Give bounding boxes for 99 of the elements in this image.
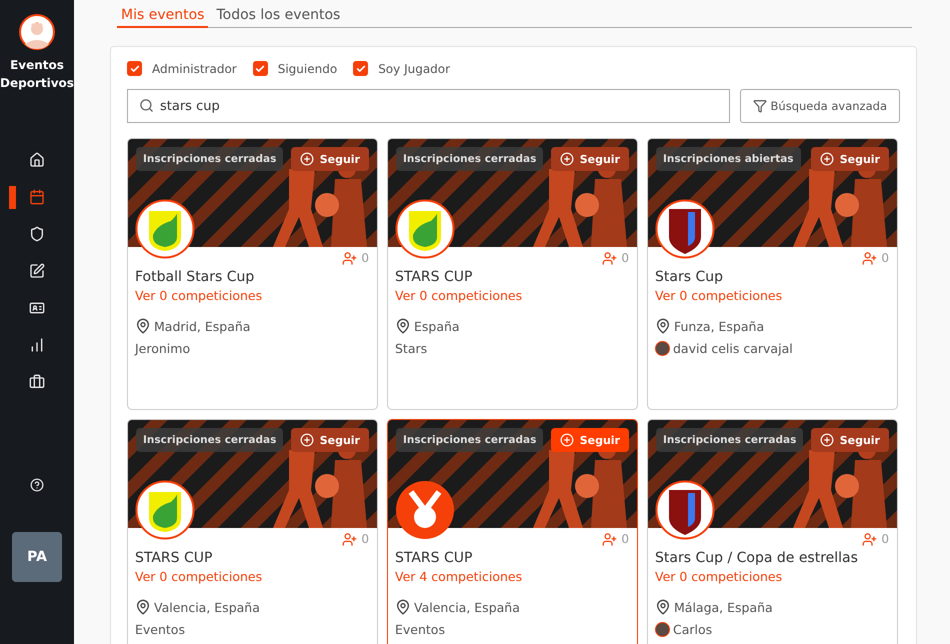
active-indicator [9, 186, 16, 209]
home-icon[interactable] [29, 152, 45, 168]
location-pin-icon [135, 599, 151, 615]
event-title: Stars Cup [655, 269, 724, 285]
followers-count: 0 [621, 532, 629, 546]
event-card[interactable]: Inscripciones cerradas Seguir 0 STARS CUP Ver 0 competiciones Valencia, España Eventos [127, 419, 378, 644]
edit-icon[interactable] [29, 263, 45, 279]
competitions-link[interactable]: Ver 0 competiciones [135, 288, 262, 303]
event-location: Valencia, España [414, 600, 520, 614]
follow-button[interactable]: Seguir [290, 147, 369, 171]
shield-logo [135, 480, 195, 540]
add-user-icon [862, 250, 878, 266]
id-card-icon[interactable] [29, 300, 45, 316]
bars-icon[interactable] [29, 337, 45, 353]
registration-status: Inscripciones abiertas [656, 147, 801, 171]
registration-status: Inscripciones cerradas [136, 147, 284, 171]
organizer-name: Stars [395, 341, 428, 356]
check-icon [130, 64, 140, 74]
add-user-icon [862, 532, 878, 546]
organizer-name: Eventos [395, 622, 445, 637]
organizer-name: Carlos [673, 622, 712, 637]
check-icon [255, 64, 266, 74]
competitions-link[interactable]: Ver 0 competiciones [655, 288, 782, 303]
competitions-link[interactable]: Ver 4 competiciones [395, 569, 522, 584]
location-pin-icon [655, 599, 671, 615]
event-card[interactable]: Inscripciones cerradas Seguir 0 Stars Cup / Copa de estrellas Ver 0 competiciones Málaga, España Carlos [647, 419, 898, 644]
plus-circle-icon [560, 433, 574, 447]
add-user-icon [342, 250, 358, 266]
location-pin-icon [135, 318, 151, 334]
briefcase-icon[interactable] [29, 374, 45, 390]
filter-icon [752, 99, 767, 113]
plus-circle-icon [560, 152, 574, 166]
event-card[interactable]: Inscripciones cerradas Seguir 0 STARS CUP Ver 4 competiciones Valencia, España Eventos [387, 419, 638, 644]
competitions-link[interactable]: Ver 0 competiciones [135, 569, 262, 584]
competitions-link[interactable]: Ver 0 competiciones [655, 569, 782, 584]
checkbox[interactable] [252, 61, 268, 76]
add-user-icon [602, 532, 618, 546]
event-card[interactable]: Inscripciones abiertas Seguir 0 Stars Cup Ver 0 competiciones Funza, España david celis carvajal [647, 138, 898, 410]
tab[interactable]: Mis eventos [117, 4, 208, 28]
registration-status: Inscripciones cerradas [396, 147, 544, 171]
shield-icon[interactable] [29, 226, 45, 242]
followers-count: 0 [621, 251, 629, 265]
follow-button[interactable]: Seguir [810, 428, 889, 452]
plus-circle-icon [820, 433, 834, 447]
medal-logo [395, 480, 455, 540]
organizer-name: Eventos [135, 622, 185, 637]
event-location: Madrid, España [154, 318, 250, 334]
competitions-link[interactable]: Ver 0 competiciones [395, 288, 522, 303]
registration-status: Inscripciones cerradas [396, 428, 544, 452]
checkbox[interactable] [353, 61, 368, 76]
followers-count: 0 [881, 532, 889, 546]
shield-logo [135, 199, 195, 259]
search-field[interactable]: stars cup [127, 89, 730, 123]
location-pin-icon [395, 599, 411, 615]
event-card[interactable]: Inscripciones cerradas Seguir 0 STARS CUP Ver 0 competiciones España Stars [387, 138, 638, 410]
follow-button[interactable]: Seguir [550, 428, 629, 452]
event-card[interactable]: Inscripciones cerradas Seguir 0 Fotball Stars Cup Ver 0 competiciones Madrid, España Jeronimo [127, 138, 378, 410]
registration-status: Inscripciones cerradas [136, 428, 284, 452]
event-location: Málaga, España [674, 600, 773, 614]
user-avatar-icon [19, 14, 55, 50]
search-icon [139, 98, 154, 113]
add-user-icon [342, 532, 358, 546]
event-location: Valencia, España [154, 600, 260, 614]
checkbox-label: Administrador [152, 62, 237, 76]
event-title: STARS CUP [395, 269, 474, 285]
follow-button[interactable]: Seguir [550, 147, 629, 171]
advanced-search-button[interactable]: Búsqueda avanzada [740, 89, 900, 123]
event-title: STARS CUP [135, 550, 214, 566]
event-title: Fotball Stars Cup [135, 269, 256, 285]
event-location: España [414, 318, 460, 334]
followers-count: 0 [361, 251, 369, 265]
event-location: Funza, España [674, 318, 764, 334]
shield-logo [655, 480, 715, 540]
checkbox-label: Siguiendo [278, 62, 338, 76]
plus-circle-icon [820, 152, 834, 166]
follow-button[interactable]: Seguir [810, 147, 889, 171]
calendar-icon[interactable] [29, 189, 45, 205]
check-icon [356, 64, 366, 74]
event-title: Stars Cup / Copa de estrellas [655, 550, 859, 566]
plus-circle-icon [300, 433, 314, 447]
event-title: STARS CUP [395, 550, 474, 566]
organizer-name: Jeronimo [135, 341, 190, 356]
user-initials[interactable]: PA [12, 532, 62, 582]
followers-count: 0 [361, 532, 369, 546]
help-icon[interactable] [30, 478, 44, 492]
followers-count: 0 [881, 251, 889, 265]
checkbox-label: Soy Jugador [378, 62, 450, 76]
shield-logo [655, 199, 715, 259]
checkbox[interactable] [127, 61, 142, 76]
tab[interactable]: Todos los eventos [212, 4, 344, 28]
app-name: Eventos Deportivos [0, 57, 74, 92]
registration-status: Inscripciones cerradas [656, 428, 804, 452]
shield-logo [395, 199, 455, 259]
location-pin-icon [395, 318, 411, 334]
organizer-name: david celis carvajal [673, 341, 793, 356]
follow-button[interactable]: Seguir [290, 428, 369, 452]
add-user-icon [602, 250, 618, 266]
plus-circle-icon [300, 152, 314, 166]
location-pin-icon [655, 318, 671, 334]
